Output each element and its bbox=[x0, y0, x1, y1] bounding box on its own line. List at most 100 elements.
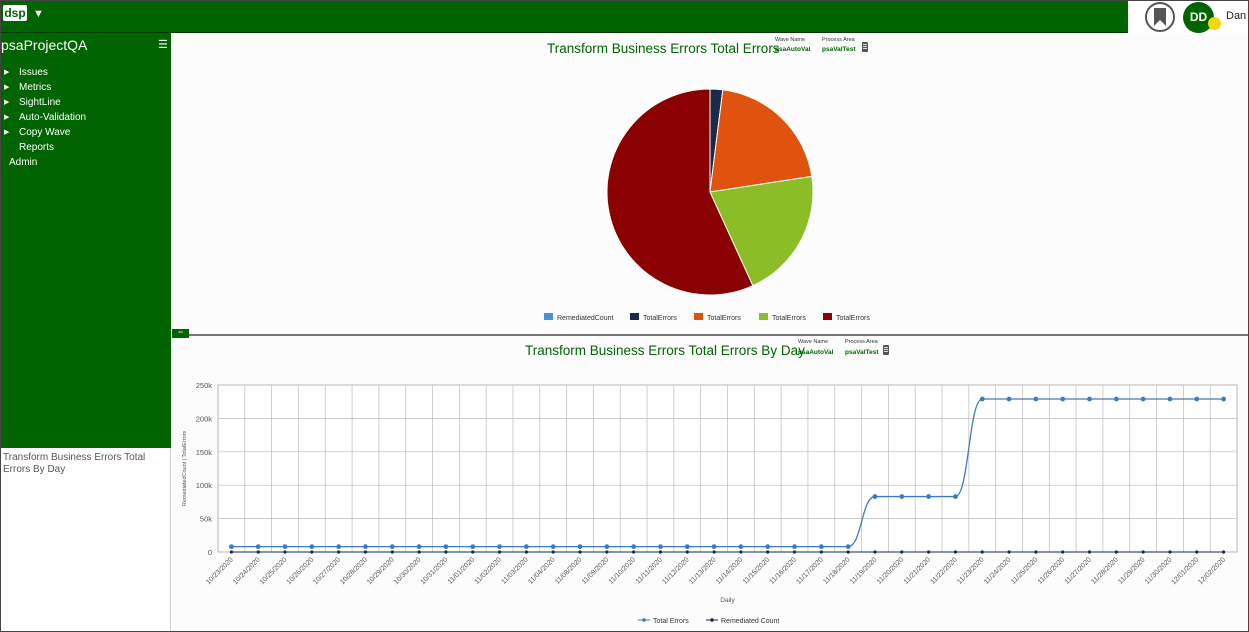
app-logo[interactable]: dsp bbox=[3, 5, 27, 21]
x-tick-label: 11/30/2020 bbox=[1144, 556, 1173, 585]
sidebar-item-copy-wave[interactable]: ▶ Copy Wave bbox=[1, 125, 171, 140]
data-point bbox=[443, 544, 449, 550]
x-tick-label: 11/18/2020 bbox=[822, 556, 851, 585]
x-tick-label: 11/11/2020 bbox=[635, 556, 664, 585]
expand-arrow-icon[interactable]: ▶ bbox=[4, 65, 9, 80]
data-point bbox=[1060, 396, 1066, 402]
data-point bbox=[631, 544, 637, 550]
sidebar-menu: ▶ Issues ▶ Metrics ▶ SightLine ▶ Auto-Validatio… bbox=[1, 65, 171, 170]
y-axis-label: RemediatedCount | TotalErrors bbox=[182, 431, 188, 507]
y-tick-label: 200k bbox=[196, 414, 213, 423]
data-point bbox=[497, 544, 502, 550]
expand-arrow-icon[interactable]: ▶ bbox=[4, 125, 9, 140]
data-point bbox=[819, 550, 823, 554]
sidebar-item-label: Copy Wave bbox=[19, 127, 71, 138]
pie-slice bbox=[709, 89, 813, 193]
data-point bbox=[765, 544, 771, 550]
data-point bbox=[1221, 396, 1226, 402]
data-point bbox=[389, 544, 395, 550]
x-tick-label: 10/31/2020 bbox=[420, 556, 450, 586]
line-chart-panel: Transform Business Errors Total Errors B… bbox=[172, 336, 1248, 631]
data-point bbox=[255, 544, 261, 550]
data-point bbox=[497, 550, 502, 554]
expand-arrow-icon[interactable]: ▶ bbox=[4, 95, 9, 110]
data-point bbox=[1167, 396, 1173, 402]
legend-label: TotalErrors bbox=[836, 315, 870, 322]
data-point bbox=[282, 544, 288, 550]
x-tick-label: 12/02/2020 bbox=[1197, 556, 1227, 586]
legend-swatch bbox=[630, 313, 639, 320]
data-point bbox=[363, 550, 368, 554]
legend-label: TotalErrors bbox=[707, 315, 741, 322]
data-point bbox=[792, 550, 797, 554]
x-tick-label: 11/26/2020 bbox=[1037, 556, 1066, 585]
sidebar-item-reports[interactable]: Reports bbox=[1, 140, 171, 155]
user-name[interactable]: Dan bbox=[1226, 10, 1246, 22]
x-tick-label: 11/09/2020 bbox=[581, 556, 610, 585]
data-point bbox=[524, 550, 528, 554]
data-point bbox=[229, 550, 234, 554]
sidebar-item-metrics[interactable]: ▶ Metrics bbox=[1, 80, 171, 95]
legend-swatch bbox=[823, 313, 832, 320]
sidebar-item-label: Issues bbox=[19, 67, 48, 78]
y-tick-label: 150k bbox=[196, 448, 213, 457]
x-tick-label: 11/25/2020 bbox=[1010, 556, 1039, 585]
sidebar-item-auto-validation[interactable]: ▶ Auto-Validation bbox=[1, 110, 171, 125]
sidebar-item-issues[interactable]: ▶ Issues bbox=[1, 65, 171, 80]
pie-chart: RemediatedCount TotalErrors TotalErrors Tot… bbox=[544, 88, 870, 322]
saved-report-link[interactable]: Transform Business Errors Total Errors B… bbox=[3, 452, 163, 476]
y-tick-label: 100k bbox=[196, 481, 213, 490]
data-point bbox=[577, 544, 583, 550]
legend-marker bbox=[710, 618, 714, 622]
data-point bbox=[470, 544, 476, 550]
data-point bbox=[899, 494, 905, 499]
x-tick-label: 11/14/2020 bbox=[715, 556, 744, 585]
data-point bbox=[550, 544, 556, 550]
saved-reports-panel: Transform Business Errors Total Errors B… bbox=[1, 448, 171, 631]
x-tick-label: 10/27/2020 bbox=[312, 556, 342, 586]
data-point bbox=[229, 544, 234, 550]
pie-chart-panel: Transform Business Errors Total Errors W… bbox=[172, 33, 1248, 333]
legend-swatch bbox=[694, 313, 703, 320]
data-point bbox=[605, 550, 609, 554]
x-tick-label: 11/19/2020 bbox=[849, 556, 878, 585]
data-point bbox=[1168, 550, 1172, 554]
sidebar-item-sightline[interactable]: ▶ SightLine bbox=[1, 95, 171, 110]
expand-arrow-icon[interactable]: ▶ bbox=[4, 80, 9, 95]
x-tick-label: 11/08/2020 bbox=[554, 556, 583, 585]
x-axis-label: Daily bbox=[720, 597, 735, 604]
legend-label: RemediatedCount bbox=[557, 315, 613, 322]
bookmark-button[interactable] bbox=[1145, 2, 1175, 32]
data-point bbox=[1195, 550, 1199, 554]
data-point bbox=[872, 494, 878, 499]
project-title: psaProjectQA bbox=[1, 37, 88, 53]
app-menu-caret-icon[interactable]: ▼ bbox=[33, 8, 44, 20]
data-point bbox=[604, 544, 610, 550]
x-tick-label: 10/28/2020 bbox=[339, 556, 369, 586]
x-tick-label: 11/21/2020 bbox=[903, 556, 932, 585]
legend-label: Remediated Count bbox=[721, 618, 779, 625]
x-tick-label: 11/17/2020 bbox=[795, 556, 824, 585]
sidebar-item-admin[interactable]: Admin bbox=[1, 155, 171, 170]
x-tick-label: 11/15/2020 bbox=[742, 556, 771, 585]
x-tick-label: 11/04/2020 bbox=[527, 556, 556, 585]
status-indicator bbox=[1208, 17, 1221, 30]
data-point bbox=[845, 544, 851, 550]
data-point bbox=[927, 550, 931, 554]
x-tick-label: 10/23/2020 bbox=[205, 556, 235, 586]
x-tick-label: 11/24/2020 bbox=[983, 556, 1012, 585]
hamburger-menu-icon[interactable]: ☰ bbox=[158, 38, 168, 51]
data-point bbox=[1141, 550, 1145, 554]
expand-arrow-icon[interactable]: ▶ bbox=[4, 110, 9, 125]
data-point bbox=[739, 550, 743, 554]
line-chart: 0 50k 100k 150k 200k 250k 10/23/202010/24/2020… bbox=[182, 381, 1238, 625]
data-point bbox=[766, 550, 770, 554]
data-point bbox=[900, 550, 904, 554]
bookmark-icon bbox=[1154, 8, 1166, 26]
data-point bbox=[712, 550, 716, 554]
data-point bbox=[523, 544, 529, 550]
x-tick-label: 11/23/2020 bbox=[956, 556, 985, 585]
x-tick-label: 10/25/2020 bbox=[259, 556, 289, 586]
data-point bbox=[684, 544, 690, 550]
y-tick-label: 50k bbox=[200, 515, 212, 524]
